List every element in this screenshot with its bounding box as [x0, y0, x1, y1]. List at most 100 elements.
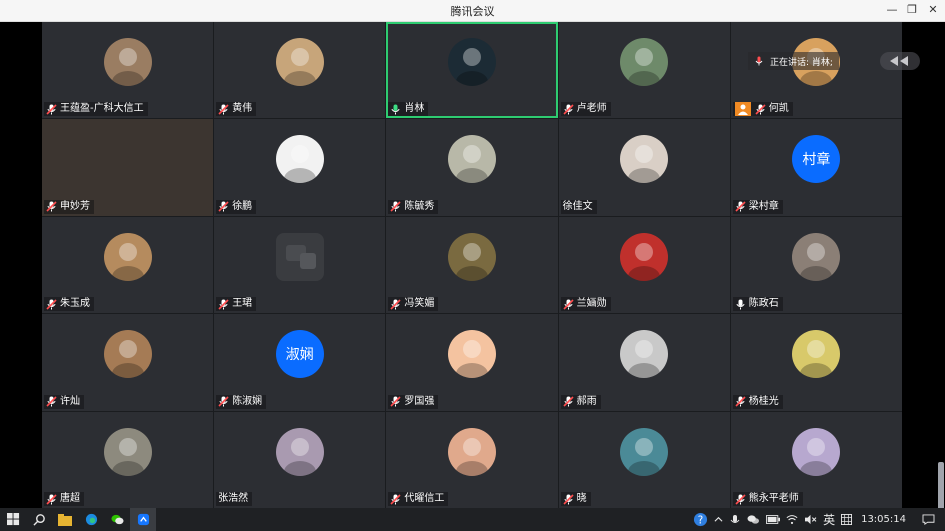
avatar: [103, 330, 152, 379]
participant-tile[interactable]: 徐鹏: [214, 119, 386, 216]
participant-name: 代曜信工: [404, 493, 445, 504]
mic-muted-icon: [46, 299, 57, 310]
participant-tile[interactable]: 罗国强: [386, 314, 558, 411]
avatar: [792, 330, 841, 379]
participant-tile[interactable]: 肖林: [386, 22, 558, 119]
avatar-initials: 淑娴: [275, 330, 324, 379]
name-plate: 罗国强: [388, 394, 439, 409]
mic-icon: [390, 104, 401, 115]
participant-tile[interactable]: 徐佳文: [558, 119, 730, 216]
participant-tile[interactable]: 张浩然: [214, 411, 386, 508]
participant-name: 许灿: [60, 395, 80, 407]
mic-muted-icon: [46, 396, 57, 407]
participant-tile[interactable]: 兰婳勋: [558, 216, 730, 314]
mic-muted-icon: [390, 201, 401, 212]
volume-muted-icon[interactable]: [801, 508, 820, 531]
participant-tile[interactable]: 许灿: [42, 314, 214, 411]
avatar: [275, 135, 324, 184]
participant-name: 罗国强: [404, 395, 435, 407]
mic-muted-icon: [46, 104, 57, 115]
clock[interactable]: 13:05:14: [855, 514, 912, 525]
ime-indicator[interactable]: 英: [820, 508, 838, 531]
mic-muted-icon: [218, 299, 229, 310]
help-icon[interactable]: ?: [690, 508, 711, 531]
notification-icon[interactable]: [912, 508, 945, 531]
name-plate: 陈毓秀: [388, 199, 439, 214]
mic-muted-icon: [563, 396, 574, 407]
windows-taskbar: ? 英 13:05:14: [0, 508, 945, 531]
participant-name: 陈淑娴: [232, 395, 263, 407]
name-plate: 唐超: [44, 492, 84, 506]
participant-name: 王蕴盈-广科大信工: [60, 103, 144, 115]
name-plate: 熊永平老师: [732, 492, 803, 506]
mic-muted-icon: [563, 299, 574, 310]
chevron-up-icon[interactable]: [711, 508, 726, 531]
search-icon[interactable]: [26, 508, 52, 531]
mic-muted-icon: [563, 104, 574, 115]
minimize-button[interactable]: —: [884, 3, 900, 17]
participant-tile[interactable]: 唐超: [42, 411, 214, 508]
participant-tile[interactable]: 朱玉成: [42, 216, 214, 314]
battery-icon[interactable]: [763, 508, 783, 531]
avatar: [447, 135, 496, 184]
participant-tile[interactable]: 申妙芳: [42, 119, 214, 216]
wechat-tray-icon[interactable]: [744, 508, 763, 531]
participant-tile[interactable]: 淑娴陈淑娴: [214, 314, 386, 411]
avatar: [103, 232, 152, 281]
mic-icon: [754, 56, 764, 66]
participant-tile[interactable]: 村章梁村章: [730, 119, 902, 216]
avatar: [620, 330, 669, 379]
participant-tile[interactable]: 王珺: [214, 216, 386, 314]
participant-tile[interactable]: 熊永平老师: [730, 411, 902, 508]
system-tray: ? 英 13:05:14: [690, 508, 945, 531]
participant-name: 梁村章: [748, 200, 779, 212]
participant-tile[interactable]: 黄伟: [214, 22, 386, 119]
participant-tile[interactable]: 陈政石: [730, 216, 902, 314]
participant-name: 陈政石: [748, 298, 779, 310]
collapse-arrow-icon[interactable]: [880, 52, 920, 70]
avatar: [447, 427, 496, 476]
restore-button[interactable]: ❐: [904, 3, 920, 17]
participant-name: 张浩然: [218, 493, 249, 504]
participant-tile[interactable]: 卢老师: [558, 22, 730, 119]
window-title: 腾讯会议: [450, 5, 495, 18]
participant-name: 申妙芳: [60, 200, 90, 212]
avatar: [620, 427, 669, 476]
participant-tile[interactable]: 郝雨: [558, 314, 730, 411]
mic-tray-icon[interactable]: [726, 508, 744, 531]
participant-name: 熊永平老师: [748, 493, 799, 504]
mic-muted-icon: [218, 104, 229, 115]
speaking-label: 正在讲话: 肖林;: [770, 57, 833, 68]
name-plate: 申妙芳: [44, 199, 94, 214]
participant-tile[interactable]: 王蕴盈-广科大信工: [42, 22, 214, 119]
participant-tile[interactable]: 冯笑媚: [386, 216, 558, 314]
name-plate: 陈淑娴: [216, 394, 267, 409]
avatar-initials: 村章: [792, 135, 841, 184]
participant-name: 卢老师: [576, 103, 607, 115]
windows-start-icon[interactable]: [0, 508, 26, 531]
avatar: [275, 38, 324, 86]
close-button[interactable]: ✕: [925, 3, 941, 17]
participant-tile[interactable]: 杨桂光: [730, 314, 902, 411]
participant-name: 陈毓秀: [404, 200, 435, 212]
participant-tile[interactable]: 何凯: [730, 22, 902, 119]
participant-tile[interactable]: 陈毓秀: [386, 119, 558, 216]
tencent-meeting-icon[interactable]: [130, 508, 156, 531]
wechat-icon[interactable]: [104, 508, 130, 531]
name-plate: 徐佳文: [560, 199, 597, 214]
participant-name: 黄伟: [232, 103, 253, 115]
participant-tile[interactable]: 晓: [558, 411, 730, 508]
keyboard-grid-icon[interactable]: [838, 508, 855, 531]
user-badge-icon: [734, 102, 751, 117]
participant-tile[interactable]: 代曜信工: [386, 411, 558, 508]
edge-browser-icon[interactable]: [78, 508, 104, 531]
svg-text:?: ?: [698, 514, 703, 526]
participant-name: 徐鹏: [232, 200, 253, 212]
wifi-icon[interactable]: [783, 508, 801, 531]
speaking-indicator: 正在讲话: 肖林;: [748, 52, 839, 70]
participant-name: 兰婳勋: [576, 298, 607, 310]
mic-muted-icon: [218, 396, 229, 407]
file-explorer-icon[interactable]: [52, 508, 78, 531]
avatar: [447, 330, 496, 379]
participant-grid: 王蕴盈-广科大信工 黄伟 肖林 卢老师 何凯申妙芳 徐鹏 陈毓秀 徐佳文 村章梁村章朱玉成 王珺 冯…: [42, 22, 902, 508]
